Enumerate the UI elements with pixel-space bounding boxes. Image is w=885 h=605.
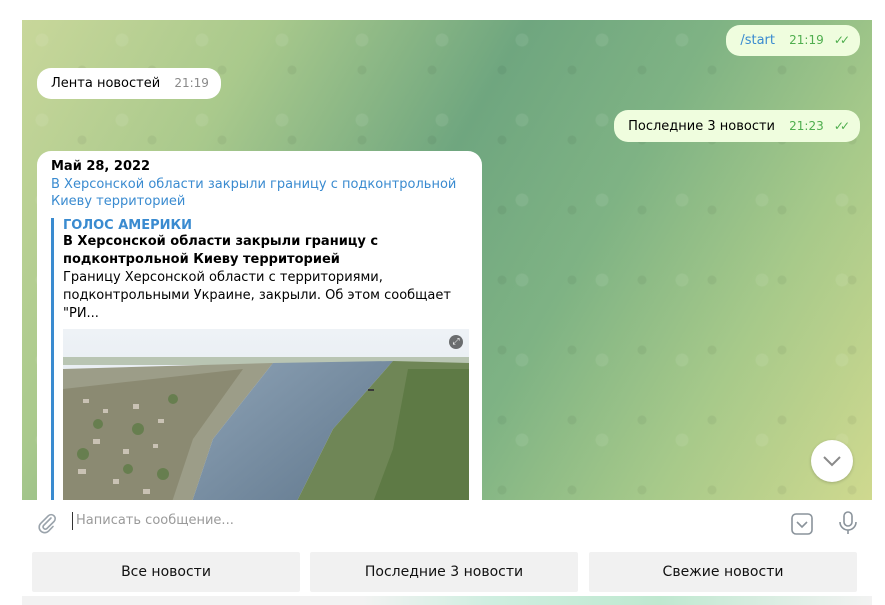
preview-image[interactable]: ⤢ [63, 329, 469, 500]
message-composer: Написать сообщение... [22, 500, 872, 546]
reply-keyboard: Все новости Последние 3 новости Свежие н… [22, 552, 872, 592]
message-text: Лента новостей [51, 76, 161, 91]
bottom-strip [22, 596, 872, 605]
preview-description: Границу Херсонской области с территориям… [63, 270, 451, 321]
message-time: 21:19 [174, 76, 209, 90]
emoji-icon[interactable] [790, 512, 814, 540]
message-time: 21:23 [789, 119, 824, 133]
keyboard-button-fresh-news[interactable]: Свежие новости [589, 552, 857, 592]
link-preview[interactable]: ГОЛОС АМЕРИКИ В Херсонской области закры… [51, 218, 469, 500]
news-link[interactable]: В Херсонской области закрыли границу с п… [51, 176, 468, 210]
preview-site-name: ГОЛОС АМЕРИКИ [63, 218, 193, 233]
preview-title: В Херсонской области закрыли границу с п… [63, 234, 379, 267]
expand-icon[interactable]: ⤢ [449, 335, 463, 349]
message-last3[interactable]: Последние 3 новости 21:23 ✓✓ [614, 110, 860, 142]
paperclip-icon[interactable] [36, 512, 58, 538]
scroll-down-button[interactable] [811, 440, 853, 482]
message-time: 21:19 [789, 33, 824, 47]
chevron-down-icon [823, 456, 841, 467]
keyboard-button-all-news[interactable]: Все новости [32, 552, 300, 592]
double-check-icon: ✓✓ [833, 33, 850, 47]
news-date: Май 28, 2022 [51, 159, 151, 174]
message-text: Последние 3 новости [628, 119, 776, 134]
message-start[interactable]: /start 21:19 ✓✓ [726, 25, 860, 56]
keyboard-button-last-3[interactable]: Последние 3 новости [310, 552, 578, 592]
chat-area: /start 21:19 ✓✓ Лента новостей 21:19 Пос… [22, 20, 872, 500]
microphone-icon[interactable] [837, 510, 859, 540]
message-text[interactable]: /start [740, 33, 775, 48]
river-aerial-photo [63, 329, 469, 500]
message-input[interactable]: Написать сообщение... [72, 512, 234, 530]
message-news[interactable]: Май 28, 2022 В Херсонской области закрыл… [37, 151, 482, 500]
message-lenta[interactable]: Лента новостей 21:19 [37, 68, 221, 99]
double-check-icon: ✓✓ [833, 119, 850, 133]
